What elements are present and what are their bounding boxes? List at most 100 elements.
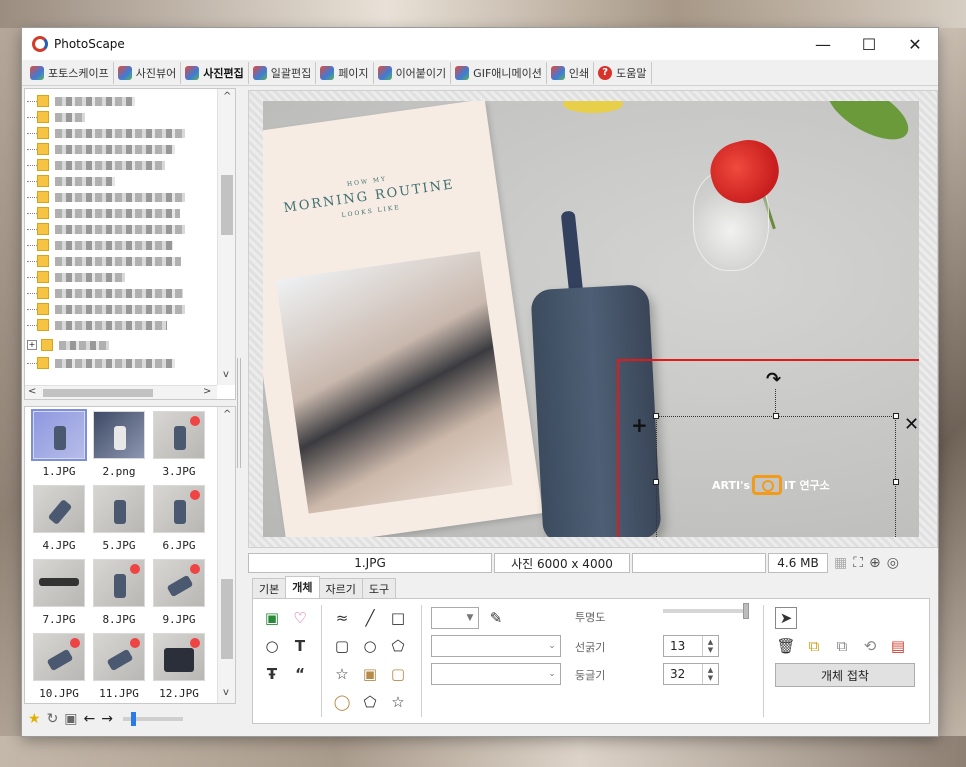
copy-icon[interactable]: ⧉ [831, 635, 853, 657]
pentagon-icon[interactable]: ⬠ [387, 635, 409, 657]
thumbnail-item[interactable]: 6.JPG [149, 485, 209, 555]
attach-object-button[interactable]: 개체 접착 [775, 663, 915, 687]
thumbnail-item[interactable]: 8.JPG [89, 559, 149, 629]
maximize-button[interactable]: ☐ [846, 28, 892, 60]
flip-icon[interactable]: ⟲ [859, 635, 881, 657]
resize-handle[interactable] [653, 479, 659, 485]
actual-size-icon[interactable]: ◎ [887, 555, 899, 571]
folder-tree-item[interactable] [27, 221, 217, 237]
tab-tools[interactable]: 도구 [361, 578, 397, 598]
roundness-stepper[interactable]: 32 ▲ ▼ [663, 663, 719, 685]
folder-tree-item[interactable] [27, 125, 217, 141]
folder-tree-item[interactable] [27, 355, 217, 371]
watermark-logo[interactable]: ARTI's IT 연구소 [712, 475, 830, 495]
thumbnail-item[interactable]: 2.png [89, 411, 149, 481]
folder-tree-item[interactable] [27, 285, 217, 301]
scroll-right-icon[interactable]: > [203, 386, 211, 397]
tab-batch-editor[interactable]: 일괄편집 [249, 61, 317, 84]
move-handle-icon[interactable]: + [631, 413, 648, 437]
hexagon-icon[interactable]: ⬠ [359, 691, 381, 713]
folder-tree-item[interactable] [27, 317, 217, 333]
scrollbar-thumb[interactable] [221, 579, 233, 659]
thumbnail-size-slider[interactable] [123, 712, 183, 726]
line-icon[interactable]: ╱ [359, 607, 381, 629]
open-folder-icon[interactable]: ▣ [64, 711, 77, 727]
folder-tree-item[interactable] [27, 189, 217, 205]
delete-object-icon[interactable]: ✕ [904, 414, 919, 435]
minimize-button[interactable]: — [800, 28, 846, 60]
filled-rectangle-icon[interactable]: ▣ [359, 663, 381, 685]
thumbnail-item[interactable]: 11.JPG [89, 633, 149, 703]
speech-balloon-icon[interactable]: ○ [261, 635, 283, 657]
close-button[interactable]: ✕ [892, 28, 938, 60]
photo-image[interactable]: HOW MY MORNING ROUTINE LOOKS LIKE ↷ + ✕ [263, 101, 919, 537]
thumbnail-item[interactable]: 4.JPG [29, 485, 89, 555]
icon-insert-icon[interactable]: ♡ [289, 607, 311, 629]
folder-tree-vertical-scrollbar[interactable]: ^ v [217, 89, 235, 385]
scrollbar-thumb[interactable] [221, 175, 233, 235]
folder-tree-item[interactable] [27, 173, 217, 189]
line-width-stepper[interactable]: 13 ▲ ▼ [663, 635, 719, 657]
folder-tree-item[interactable] [27, 93, 217, 109]
folder-tree-horizontal-scrollbar[interactable]: < > [25, 385, 217, 399]
scrollbar-thumb[interactable] [43, 389, 153, 397]
resize-handle[interactable] [893, 413, 899, 419]
folder-tree-item[interactable] [27, 253, 217, 269]
tab-print[interactable]: 인쇄 [547, 61, 595, 84]
rounded-rectangle-icon[interactable]: ▢ [331, 635, 353, 657]
fit-screen-icon[interactable]: ⛶ [853, 555, 863, 571]
folder-tree-item[interactable]: + [27, 337, 217, 353]
opacity-slider[interactable] [663, 603, 749, 619]
slider-knob[interactable] [743, 603, 749, 619]
edit-canvas[interactable]: HOW MY MORNING ROUTINE LOOKS LIKE ↷ + ✕ [248, 90, 938, 548]
back-arrow-icon[interactable]: ← [84, 711, 96, 727]
tab-help[interactable]: ? 도움말 [594, 61, 652, 84]
filled-rounded-rectangle-icon[interactable]: ▢ [387, 663, 409, 685]
folder-tree[interactable]: + ^ v < > [24, 88, 236, 400]
tab-gif-animation[interactable]: GIF애니메이션 [451, 61, 547, 84]
tab-object[interactable]: 개체 [285, 576, 320, 598]
eyedropper-icon[interactable]: ✎ [485, 607, 507, 629]
line-style-select[interactable]: ⌄ [431, 635, 561, 657]
scroll-left-icon[interactable]: < [28, 386, 36, 397]
filled-circle-icon[interactable]: ◯ [331, 691, 353, 713]
thumbnail-item[interactable]: 7.JPG [29, 559, 89, 629]
expand-icon[interactable]: + [27, 340, 37, 350]
quote-icon[interactable]: “ [289, 663, 311, 685]
bring-front-icon[interactable]: ⧉ [803, 635, 825, 657]
checkerboard-icon[interactable]: ▦ [834, 555, 847, 571]
star-icon[interactable]: ☆ [331, 663, 353, 685]
spinner-arrows-icon[interactable]: ▲ ▼ [702, 664, 718, 684]
slider-knob[interactable] [131, 712, 136, 726]
rectangle-icon[interactable]: □ [387, 607, 409, 629]
scroll-down-icon[interactable]: v [223, 687, 229, 698]
folder-tree-item[interactable] [27, 205, 217, 221]
folder-tree-item[interactable] [27, 301, 217, 317]
color-select[interactable]: ▼ [431, 607, 479, 629]
scroll-up-icon[interactable]: ^ [223, 409, 231, 420]
select-pointer-icon[interactable]: ➤ [775, 607, 797, 629]
tab-basic[interactable]: 기본 [252, 578, 287, 598]
resize-handle[interactable] [653, 413, 659, 419]
thumbnail-item[interactable]: 10.JPG [29, 633, 89, 703]
star-outline-icon[interactable]: ☆ [387, 691, 409, 713]
thumbnail-item[interactable]: 5.JPG [89, 485, 149, 555]
tab-page[interactable]: 페이지 [316, 61, 374, 84]
thumbnail-browser[interactable]: 1.JPG 2.png 3.JPG 4.JPG 5.JPG 6.JPG 7.JP… [24, 406, 236, 704]
fill-style-select[interactable]: ⌄ [431, 663, 561, 685]
tab-editor[interactable]: 사진편집 [181, 61, 249, 84]
delete-icon[interactable]: 🗑 [775, 635, 797, 657]
scroll-down-icon[interactable]: v [223, 369, 229, 380]
thumbnail-item[interactable]: 12.JPG [149, 633, 209, 703]
text-icon[interactable]: T [289, 635, 311, 657]
scroll-up-icon[interactable]: ^ [223, 91, 231, 102]
resize-handle[interactable] [893, 479, 899, 485]
thumbnail-item[interactable]: 9.JPG [149, 559, 209, 629]
thumbnail-scrollbar[interactable]: ^ v [217, 407, 235, 703]
zoom-icon[interactable]: ⊕ [869, 555, 881, 571]
tab-viewer[interactable]: 사진뷰어 [114, 61, 182, 84]
rotate-icon[interactable]: ↻ [47, 711, 59, 727]
text-effect-icon[interactable]: ▤ [887, 635, 909, 657]
circle-icon[interactable]: ○ [359, 635, 381, 657]
text-format-icon[interactable]: Ŧ [261, 663, 283, 685]
